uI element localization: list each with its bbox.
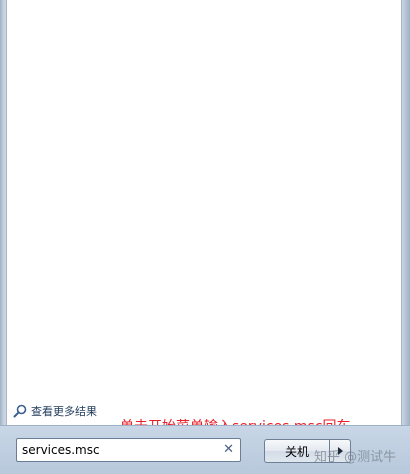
see-more-results-link[interactable]: 查看更多结果 [13, 403, 97, 419]
search-input[interactable] [17, 439, 214, 461]
programs-pane [6, 0, 402, 425]
watermark: 知乎 @测试牛 [314, 450, 397, 465]
clear-search-icon[interactable]: ✕ [223, 442, 234, 458]
start-menu: 查看更多结果 单击开始菜单输入services.msc回车 ✕ 关机 知乎 @测… [0, 0, 410, 474]
search-box[interactable]: ✕ [16, 438, 241, 462]
search-icon [13, 404, 27, 418]
see-more-results-label: 查看更多结果 [31, 405, 97, 418]
